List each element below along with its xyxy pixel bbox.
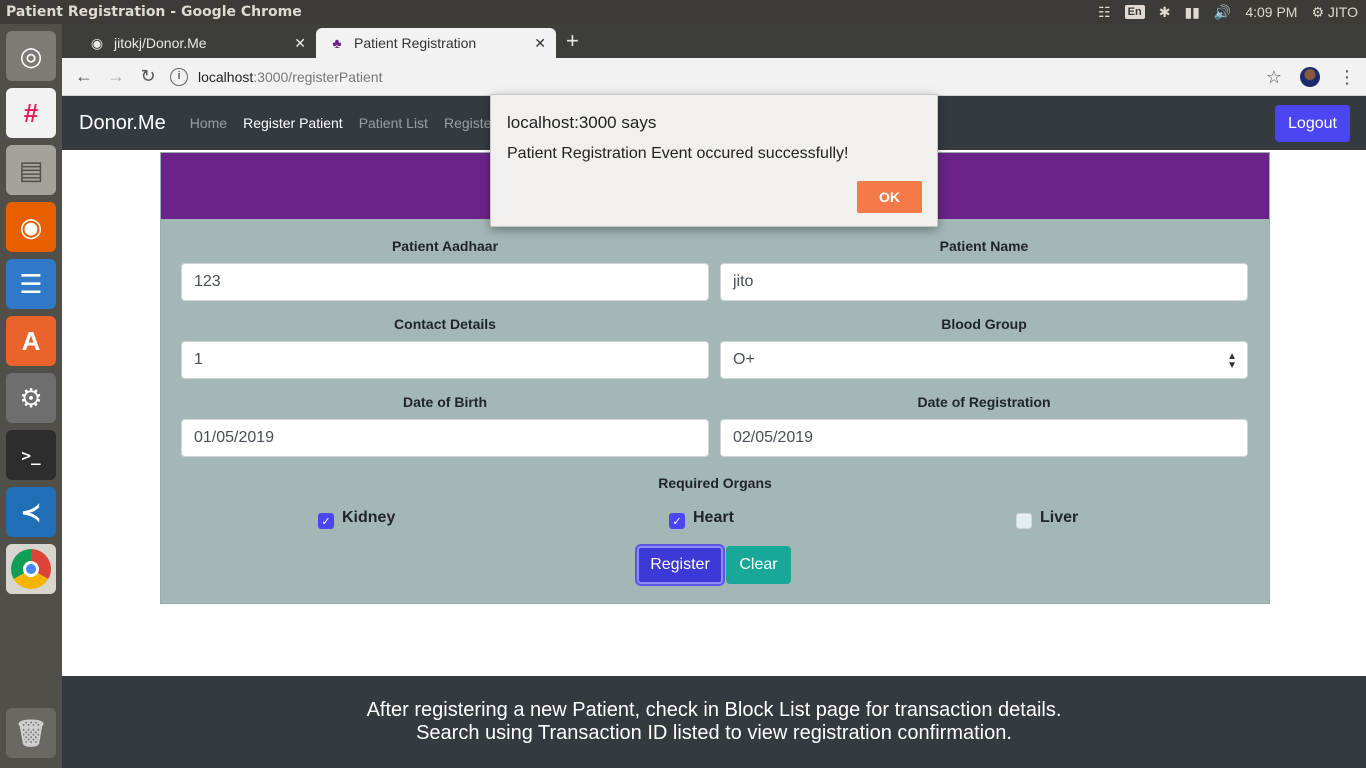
terminal-icon[interactable]: >_ xyxy=(6,430,56,480)
organs-label: Required Organs xyxy=(658,475,772,491)
liver-checkbox[interactable] xyxy=(1016,513,1032,529)
blood-group-select[interactable]: O+ ▲ ▼ xyxy=(720,341,1248,379)
info-icon[interactable]: i xyxy=(170,67,188,86)
aadhaar-input[interactable]: 123 xyxy=(181,263,709,301)
alert-message: Patient Registration Event occured succe… xyxy=(507,145,849,162)
gear-icon: ⚙ xyxy=(1311,3,1325,20)
logout-button[interactable]: Logout xyxy=(1275,105,1350,142)
nav-register-patient[interactable]: Register Patient xyxy=(243,115,343,131)
chrome-icon[interactable] xyxy=(6,544,56,594)
url-host: localhost xyxy=(198,68,254,85)
close-icon[interactable]: ✕ xyxy=(534,35,546,52)
organ-kidney[interactable]: ✓ Kidney xyxy=(318,507,395,529)
nav-patient-list[interactable]: Patient List xyxy=(359,115,428,131)
blood-group-label: Blood Group xyxy=(941,316,1027,332)
session-menu[interactable]: ⚙ JITO xyxy=(1311,4,1358,21)
new-tab-button[interactable]: + xyxy=(566,30,579,52)
window-title: Patient Registration - Google Chrome xyxy=(6,4,302,20)
nav-home[interactable]: Home xyxy=(190,115,227,131)
blood-group-value: O+ xyxy=(733,351,755,368)
github-icon: ◉ xyxy=(90,34,104,51)
browser-toolbar: ← → ↻ i localhost:3000/registerPatient ☆… xyxy=(62,58,1366,96)
heart-checkbox[interactable]: ✓ xyxy=(669,513,685,529)
system-settings-icon[interactable]: ⚙ xyxy=(6,373,56,423)
software-center-icon[interactable]: A xyxy=(6,316,56,366)
alert-dialog: localhost:3000 says Patient Registration… xyxy=(490,94,938,227)
kidney-label: Kidney xyxy=(342,509,396,526)
organ-liver[interactable]: Liver xyxy=(1016,507,1078,529)
dob-input[interactable]: 01/05/2019 xyxy=(181,419,709,457)
name-label: Patient Name xyxy=(939,238,1029,254)
heart-label: Heart xyxy=(693,509,734,526)
bookmark-star-icon[interactable]: ☆ xyxy=(1266,67,1282,88)
battery-icon[interactable]: ▮▮ xyxy=(1184,4,1199,21)
user-name: JITO xyxy=(1327,3,1358,20)
register-button[interactable]: Register xyxy=(637,546,723,584)
close-icon[interactable]: ✕ xyxy=(294,35,306,52)
trash-icon[interactable]: 🗑 xyxy=(6,708,56,758)
forward-arrow-icon[interactable]: → xyxy=(100,66,132,87)
ubuntu-dash-icon[interactable]: ◎ xyxy=(6,31,56,81)
tab-bar: ◉ jitokj/Donor.Me ✕ ♣ Patient Registrati… xyxy=(62,24,1366,58)
volume-icon[interactable]: 🔊 xyxy=(1214,4,1231,21)
dor-label: Date of Registration xyxy=(917,394,1051,410)
app-icon: ♣ xyxy=(332,35,342,51)
os-top-panel: Patient Registration - Google Chrome ☷ E… xyxy=(0,0,1366,24)
keyboard-layout-indicator[interactable]: En xyxy=(1124,5,1145,19)
page-footer: After registering a new Patient, check i… xyxy=(62,676,1366,768)
nav-register-other[interactable]: Registe xyxy=(444,115,491,131)
alert-title: localhost:3000 says xyxy=(507,113,657,132)
clock[interactable]: 4:09 PM xyxy=(1245,4,1297,20)
select-arrows-icon: ▲ ▼ xyxy=(1227,351,1237,371)
footer-line-1: After registering a new Patient, check i… xyxy=(366,699,1062,721)
writer-icon[interactable]: ☰ xyxy=(6,259,56,309)
reload-icon[interactable]: ↻ xyxy=(132,66,164,87)
url-path: :3000/registerPatient xyxy=(253,68,383,85)
address-bar[interactable]: i localhost:3000/registerPatient xyxy=(170,67,383,86)
system-tray: ☷ En ✱ ▮▮ 🔊 4:09 PM ⚙ JITO xyxy=(1098,0,1358,24)
footer-line-2: Search using Transaction ID listed to vi… xyxy=(416,722,1012,744)
wifi-icon[interactable]: ☷ xyxy=(1098,4,1111,21)
organ-heart[interactable]: ✓ Heart xyxy=(669,507,734,529)
liver-label: Liver xyxy=(1040,509,1079,526)
dor-input[interactable]: 02/05/2019 xyxy=(720,419,1248,457)
menu-kebab-icon[interactable]: ⋮ xyxy=(1338,67,1356,88)
tab-patient-registration[interactable]: ♣ Patient Registration ✕ xyxy=(316,28,556,58)
firefox-icon[interactable]: ◉ xyxy=(6,202,56,252)
contact-input[interactable]: 1 xyxy=(181,341,709,379)
launcher: ◎ # ▤ ◉ ☰ A ⚙ >_ ≺ 🗑 xyxy=(0,24,62,768)
aadhaar-label: Patient Aadhaar xyxy=(391,238,499,254)
dob-label: Date of Birth xyxy=(403,394,487,410)
bluetooth-icon[interactable]: ✱ xyxy=(1159,4,1171,21)
profile-avatar[interactable] xyxy=(1300,67,1320,87)
slack-icon[interactable]: # xyxy=(6,88,56,138)
tab-title: Patient Registration xyxy=(354,35,477,51)
clear-button[interactable]: Clear xyxy=(726,546,791,584)
vscode-icon[interactable]: ≺ xyxy=(6,487,56,537)
tab-title: jitokj/Donor.Me xyxy=(114,35,207,51)
tab-github[interactable]: ◉ jitokj/Donor.Me ✕ xyxy=(76,28,316,58)
back-arrow-icon[interactable]: ← xyxy=(68,66,100,87)
brand-logo[interactable]: Donor.Me xyxy=(79,112,166,135)
files-icon[interactable]: ▤ xyxy=(6,145,56,195)
kidney-checkbox[interactable]: ✓ xyxy=(318,513,334,529)
contact-label: Contact Details xyxy=(394,316,496,332)
name-input[interactable]: jito xyxy=(720,263,1248,301)
alert-ok-button[interactable]: OK xyxy=(857,181,922,213)
